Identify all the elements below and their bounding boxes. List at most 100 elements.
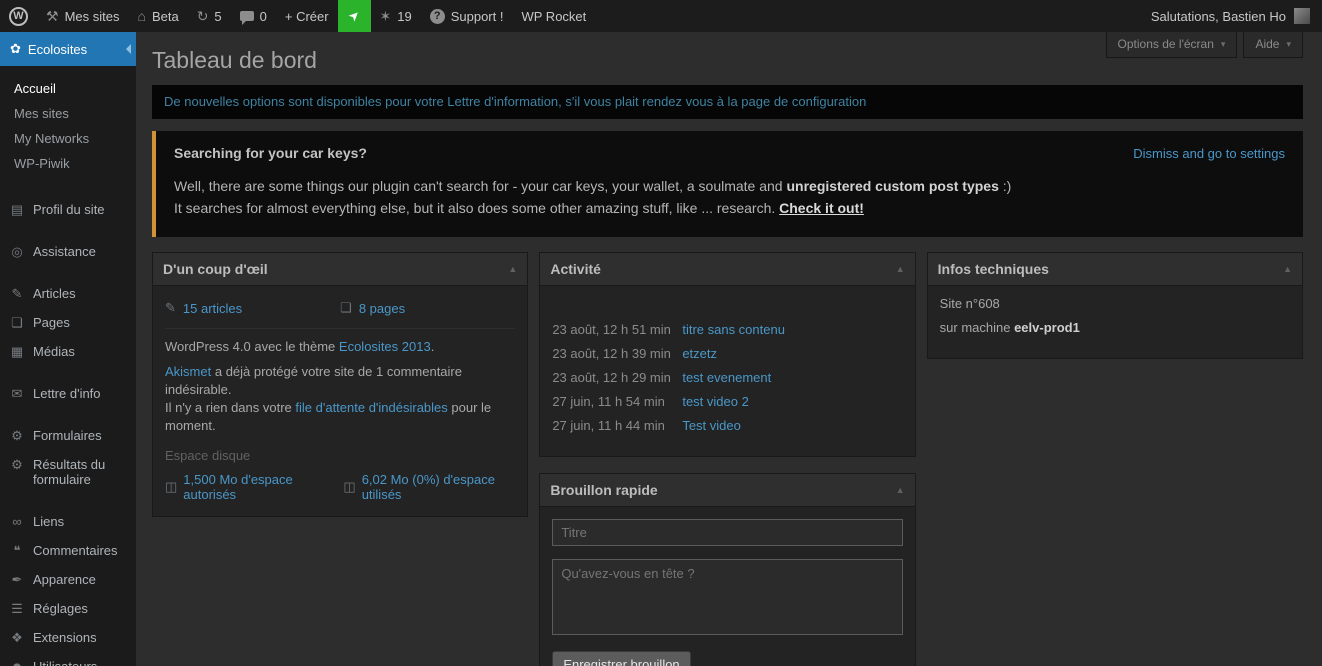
sidebar-item-accueil[interactable]: Accueil — [0, 76, 136, 101]
activity-widget: Activité ▲ 23 août, 12 h 51 min titre sa… — [539, 252, 915, 457]
draft-content-textarea[interactable] — [552, 559, 902, 635]
my-sites-menu[interactable]: ⚒ Mes sites — [37, 0, 128, 32]
sidebar-item-articles[interactable]: ✎ Articles — [0, 279, 136, 308]
notice-title: Searching for your car keys? — [174, 145, 367, 161]
sidebar-item-assistance[interactable]: ◎ Assistance — [0, 237, 136, 266]
chevron-down-icon: ▾ — [1286, 39, 1291, 50]
collapse-toggle-icon[interactable]: ▲ — [896, 264, 905, 274]
collapse-toggle-icon[interactable]: ▲ — [508, 264, 517, 274]
posts-count-link[interactable]: 15 articles — [183, 301, 242, 316]
quick-draft-widget: Brouillon rapide ▲ Enregistrer brouillon — [539, 473, 915, 666]
sidebar-item-mes-sites[interactable]: Mes sites — [0, 101, 136, 126]
disk-icon: ◫ — [343, 479, 355, 495]
collapse-arrow-icon — [121, 44, 131, 54]
activity-post-link[interactable]: titre sans contenu — [682, 322, 785, 337]
post-icon: ✎ — [165, 300, 176, 316]
post-icon: ✎ — [9, 286, 25, 301]
rocket-icon: ➤ — [345, 6, 364, 25]
akismet-link[interactable]: Akismet — [165, 364, 211, 379]
sidebar-item-my-networks[interactable]: My Networks — [0, 126, 136, 151]
support-menu[interactable]: ? Support ! — [421, 0, 513, 32]
dashboard-content: Options de l'écran ▾ Aide ▾ Tableau de b… — [136, 32, 1322, 666]
activity-row: 23 août, 12 h 51 min titre sans contenu — [552, 322, 902, 337]
sidebar-item-pages[interactable]: ❏ Pages — [0, 308, 136, 337]
comments-count: 0 — [260, 9, 267, 24]
burst-count-menu[interactable]: ✶ 19 — [371, 0, 421, 32]
draft-title-input[interactable] — [552, 519, 902, 546]
disk-used-link[interactable]: 6,02 Mo (0%) d'espace utilisés — [362, 472, 516, 502]
admin-sidebar: ✿ Ecolosites Accueil Mes sites My Networ… — [0, 32, 136, 666]
activity-header[interactable]: Activité ▲ — [540, 253, 914, 286]
newsletter-notice-link[interactable]: De nouvelles options sont disponibles po… — [164, 94, 866, 109]
activity-row: 23 août, 12 h 29 min test evenement — [552, 370, 902, 385]
sidebar-item-resultats-formulaire[interactable]: ⚙ Résultats du formulaire — [0, 450, 136, 494]
dismiss-settings-link[interactable]: Dismiss and go to settings — [1133, 146, 1285, 161]
disk-allowed-link[interactable]: 1,500 Mo d'espace autorisés — [183, 472, 327, 502]
pages-count-link[interactable]: 8 pages — [359, 301, 405, 316]
sidebar-item-liens[interactable]: ∞ Liens — [0, 507, 136, 536]
sidebar-item-wp-piwik[interactable]: WP-Piwik — [0, 151, 136, 176]
sidebar-item-formulaires[interactable]: ⚙ Formulaires — [0, 421, 136, 450]
disk-icon: ◫ — [165, 479, 177, 495]
spam-queue-link[interactable]: file d'attente d'indésirables — [295, 400, 447, 415]
sidebar-item-profil-du-site[interactable]: ▤ Profil du site — [0, 195, 136, 224]
newsletter-icon: ✉ — [9, 386, 25, 401]
akismet-status: Akismet a déjà protégé votre site de 1 c… — [165, 363, 515, 435]
updates-menu[interactable]: ↻ 5 — [188, 0, 231, 32]
support-label: Support ! — [451, 9, 504, 24]
save-draft-button[interactable]: Enregistrer brouillon — [552, 651, 690, 666]
links-icon: ∞ — [9, 514, 25, 529]
sidebar-item-medias[interactable]: ▦ Médias — [0, 337, 136, 366]
wp-rocket-menu[interactable]: WP Rocket — [512, 0, 595, 32]
check-it-out-link[interactable]: Check it out! — [779, 200, 864, 216]
wordpress-logo-icon: W — [9, 7, 28, 26]
admin-bar: W ⚒ Mes sites ⌂ Beta ↻ 5 0 + Créer ➤ ✶ 1… — [0, 0, 1322, 32]
site-beta-menu[interactable]: ⌂ Beta — [128, 0, 187, 32]
sidebar-item-commentaires[interactable]: ❝ Commentaires — [0, 536, 136, 565]
sidebar-item-extensions[interactable]: ❖ Extensions — [0, 623, 136, 652]
activity-post-link[interactable]: Test video — [682, 418, 741, 433]
wp-logo-menu[interactable]: W — [0, 0, 37, 32]
help-button[interactable]: Aide ▾ — [1243, 32, 1303, 58]
wrench-icon: ⚒ — [46, 9, 59, 23]
activity-body: 23 août, 12 h 51 min titre sans contenu … — [540, 286, 914, 456]
account-menu[interactable]: Salutations, Bastien Ho — [1139, 0, 1322, 32]
form-results-icon: ⚙ — [9, 457, 25, 472]
activity-post-link[interactable]: test video 2 — [682, 394, 749, 409]
plugins-icon: ❖ — [9, 630, 25, 645]
main-layout: ✿ Ecolosites Accueil Mes sites My Networ… — [0, 32, 1322, 666]
machine-name: eelv-prod1 — [1014, 320, 1080, 335]
my-sites-label: Mes sites — [65, 9, 120, 24]
sidebar-item-apparence[interactable]: ✒ Apparence — [0, 565, 136, 594]
dashboard-widgets: D'un coup d'œil ▲ ✎ 15 articles ❏ 8 page… — [152, 252, 1303, 666]
at-a-glance-header[interactable]: D'un coup d'œil ▲ — [153, 253, 527, 286]
quick-draft-header[interactable]: Brouillon rapide ▲ — [540, 474, 914, 507]
burst-count: 19 — [397, 9, 411, 24]
wp-rocket-quick-menu[interactable]: ➤ — [338, 0, 371, 32]
greeting-label: Salutations, Bastien Ho — [1151, 9, 1286, 24]
disk-space-heading: Espace disque — [165, 448, 515, 463]
tech-info-body: Site n°608 sur machine eelv-prod1 — [928, 286, 1302, 358]
dashboard-submenu: Accueil Mes sites My Networks WP-Piwik — [0, 66, 136, 182]
activity-post-link[interactable]: test evenement — [682, 370, 771, 385]
theme-link[interactable]: Ecolosites 2013 — [339, 339, 431, 354]
collapse-toggle-icon[interactable]: ▲ — [896, 485, 905, 495]
widgets-column-2: Activité ▲ 23 août, 12 h 51 min titre sa… — [539, 252, 915, 666]
new-content-menu[interactable]: + Créer — [276, 0, 338, 32]
collapse-toggle-icon[interactable]: ▲ — [1283, 264, 1292, 274]
sidebar-item-reglages[interactable]: ☰ Réglages — [0, 594, 136, 623]
sidebar-item-lettre-dinfo[interactable]: ✉ Lettre d'info — [0, 379, 136, 408]
sidebar-item-utilisateurs[interactable]: ☻ Utilisateurs — [0, 652, 136, 666]
screen-options-button[interactable]: Options de l'écran ▾ — [1106, 32, 1238, 58]
pages-icon: ❏ — [340, 300, 352, 316]
comments-menu[interactable]: 0 — [231, 0, 276, 32]
screen-meta-buttons: Options de l'écran ▾ Aide ▾ — [1106, 32, 1303, 58]
lifebuoy-icon: ◎ — [9, 244, 25, 259]
tech-info-header[interactable]: Infos techniques ▲ — [928, 253, 1302, 286]
comments-icon: ❝ — [9, 543, 25, 558]
disk-used: ◫ 6,02 Mo (0%) d'espace utilisés — [343, 472, 515, 502]
at-a-glance-widget: D'un coup d'œil ▲ ✎ 15 articles ❏ 8 page… — [152, 252, 528, 517]
site-switcher[interactable]: ✿ Ecolosites — [0, 32, 136, 66]
site-switcher-label: Ecolosites — [28, 42, 87, 57]
activity-post-link[interactable]: etzetz — [682, 346, 717, 361]
